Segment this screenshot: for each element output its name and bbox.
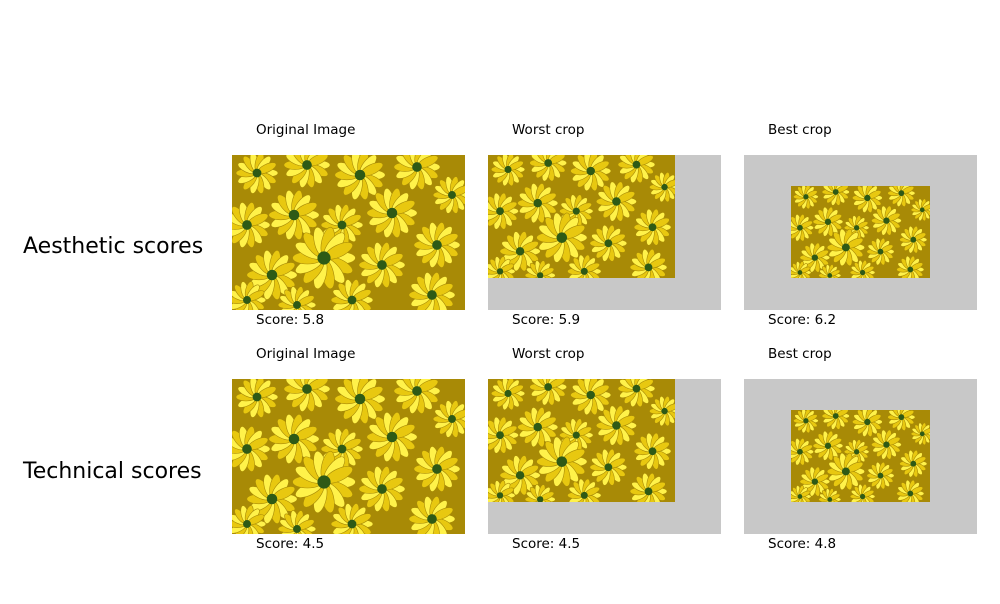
original-image-panel — [232, 155, 465, 310]
flower-photo — [232, 155, 465, 310]
caption-original: Original Image — [256, 346, 356, 362]
score-worst-crop: Score: 5.9 — [512, 312, 581, 328]
score-best-crop: Score: 6.2 — [768, 312, 837, 328]
worst-crop-panel — [488, 155, 721, 310]
caption-worst-crop: Worst crop — [512, 122, 585, 138]
score-original: Score: 4.5 — [256, 536, 325, 552]
caption-best-crop: Best crop — [768, 346, 832, 362]
flower-photo-worst-crop — [488, 155, 675, 278]
caption-best-crop: Best crop — [768, 122, 832, 138]
row-title-aesthetic: Aesthetic scores — [23, 234, 204, 259]
score-worst-crop: Score: 4.5 — [512, 536, 581, 552]
best-crop-panel — [744, 155, 977, 310]
flower-photo — [232, 379, 465, 534]
original-image-panel — [232, 379, 465, 534]
score-original: Score: 5.8 — [256, 312, 325, 328]
caption-worst-crop: Worst crop — [512, 346, 585, 362]
caption-original: Original Image — [256, 122, 356, 138]
best-crop-panel — [744, 379, 977, 534]
score-best-crop: Score: 4.8 — [768, 536, 837, 552]
flower-photo-best-crop — [791, 410, 930, 502]
worst-crop-panel — [488, 379, 721, 534]
row-title-technical: Technical scores — [23, 459, 202, 484]
flower-photo-worst-crop — [488, 379, 675, 502]
flower-photo-best-crop — [791, 186, 930, 278]
